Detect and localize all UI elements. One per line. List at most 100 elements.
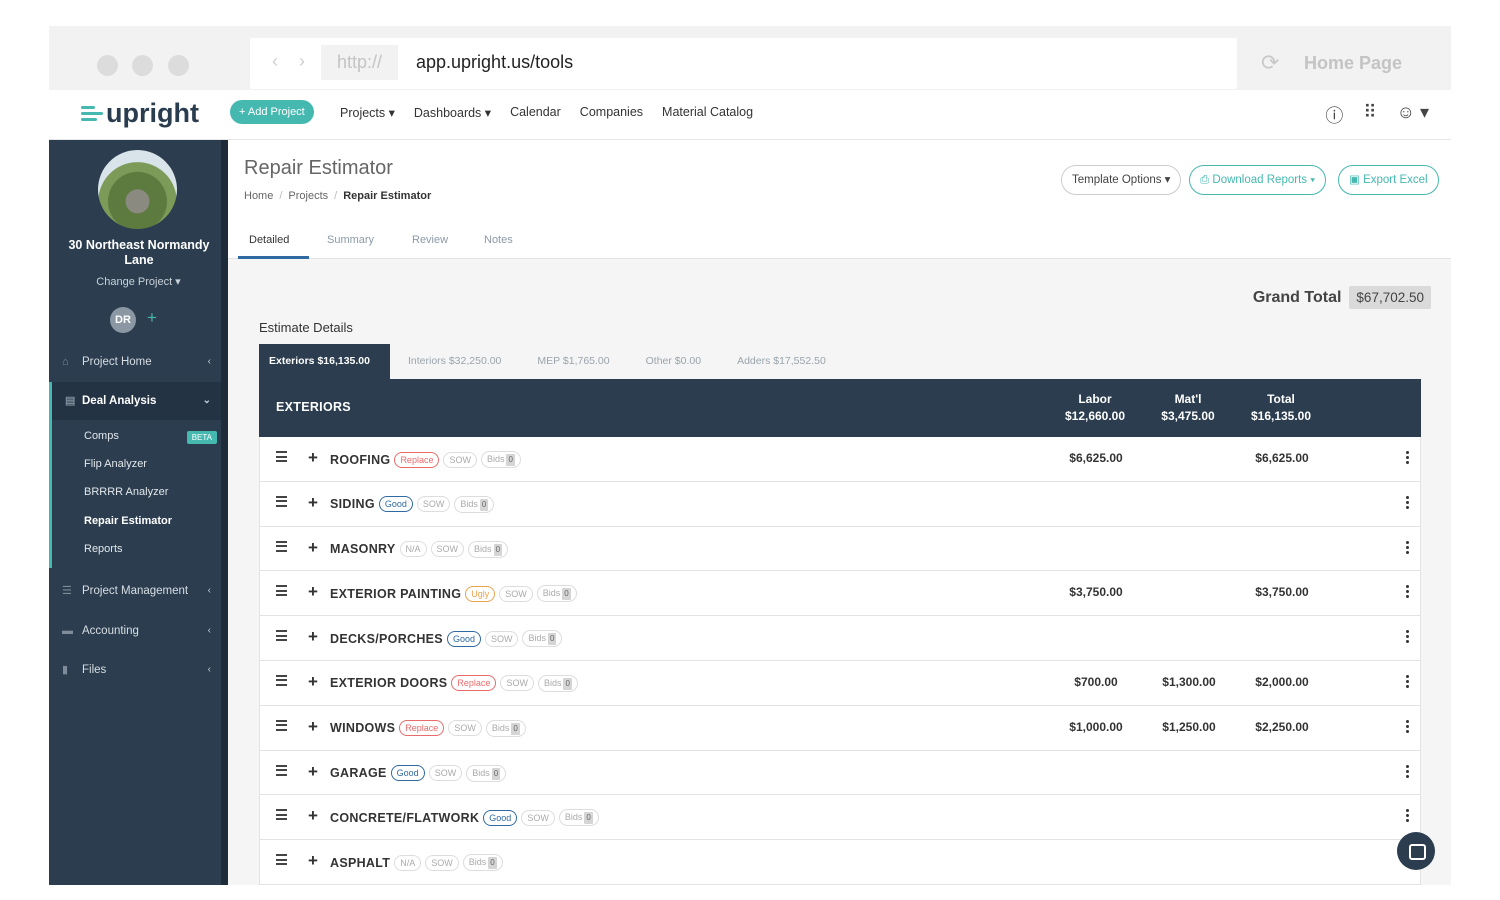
- condition-badge[interactable]: Good: [390, 765, 425, 782]
- sidebar-sub-reports[interactable]: Reports: [52, 535, 224, 563]
- condition-badge[interactable]: Good: [483, 809, 518, 826]
- tab-summary[interactable]: Summary: [327, 234, 374, 246]
- bids-badge[interactable]: Bids 0: [462, 854, 503, 872]
- tab-other[interactable]: Other $0.00: [628, 344, 719, 379]
- bids-badge[interactable]: Bids 0: [536, 585, 577, 603]
- drag-handle-icon[interactable]: [276, 764, 287, 779]
- drag-handle-icon[interactable]: [276, 809, 287, 823]
- bids-badge[interactable]: Bids 0: [468, 540, 509, 558]
- condition-badge[interactable]: N/A: [394, 854, 422, 871]
- tab-review[interactable]: Review: [412, 234, 448, 246]
- bids-badge[interactable]: Bids 0: [537, 674, 578, 692]
- reload-icon[interactable]: ⟳: [1261, 50, 1279, 76]
- bids-badge[interactable]: Bids 0: [454, 495, 495, 513]
- sidebar-item-project-management[interactable]: ☰ Project Management ‹: [49, 572, 221, 610]
- nav-companies[interactable]: Companies: [580, 105, 643, 120]
- chat-icon[interactable]: [1397, 832, 1435, 870]
- sidebar-item-deal-analysis[interactable]: ▤ Deal Analysis ⌄: [49, 382, 221, 420]
- row-menu-icon[interactable]: [1406, 540, 1409, 556]
- row-menu-icon[interactable]: [1406, 451, 1409, 466]
- table-row[interactable]: + EXTERIOR DOORS Replace SOW Bids 0 $700.00 $1,…: [259, 660, 1421, 706]
- apps-grid-icon[interactable]: ⠿: [1363, 102, 1376, 128]
- drag-handle-icon[interactable]: [276, 495, 287, 510]
- sow-badge[interactable]: SOW: [500, 675, 534, 692]
- change-project-dropdown[interactable]: Change Project ▾: [49, 275, 228, 288]
- table-row[interactable]: + SIDING Good SOW Bids 0: [259, 481, 1421, 527]
- sow-badge[interactable]: SOW: [425, 854, 459, 871]
- drag-handle-icon[interactable]: [276, 451, 287, 465]
- expand-icon[interactable]: +: [308, 762, 318, 782]
- bids-badge[interactable]: Bids 0: [480, 451, 521, 468]
- upright-logo[interactable]: upright: [81, 98, 199, 129]
- window-dot-maximize[interactable]: [168, 55, 189, 76]
- tab-notes[interactable]: Notes: [484, 234, 513, 246]
- bids-badge[interactable]: Bids 0: [485, 719, 526, 737]
- table-row[interactable]: + ROOFING Replace SOW Bids 0 $6,625.00 $6,625.0…: [259, 437, 1421, 482]
- bids-badge[interactable]: Bids 0: [466, 764, 507, 782]
- tab-mep[interactable]: MEP $1,765.00: [519, 344, 627, 379]
- drag-handle-icon[interactable]: [276, 674, 287, 689]
- drag-handle-icon[interactable]: [276, 719, 287, 734]
- row-menu-icon[interactable]: [1406, 630, 1409, 645]
- expand-icon[interactable]: +: [308, 493, 318, 513]
- nav-dashboards[interactable]: Dashboards ▾: [414, 105, 491, 120]
- help-icon[interactable]: ⓘ: [1325, 102, 1343, 128]
- breadcrumb-projects[interactable]: Projects: [288, 190, 328, 202]
- sow-badge[interactable]: SOW: [448, 720, 482, 737]
- table-row[interactable]: + MASONRY N/A SOW Bids 0: [259, 526, 1421, 572]
- nav-calendar[interactable]: Calendar: [510, 105, 561, 120]
- tab-exteriors[interactable]: Exteriors $16,135.00: [259, 344, 390, 379]
- tab-adders[interactable]: Adders $17,552.50: [719, 344, 844, 379]
- back-forward-icon[interactable]: ‹ ›: [272, 51, 313, 72]
- sidebar-sub-flip-analyzer[interactable]: Flip Analyzer: [52, 450, 224, 478]
- user-avatar[interactable]: DR: [110, 307, 136, 333]
- table-row[interactable]: + DECKS/PORCHES Good SOW Bids 0: [259, 616, 1421, 661]
- export-excel-button[interactable]: ▣ Export Excel: [1338, 165, 1439, 195]
- row-menu-icon[interactable]: [1406, 495, 1409, 511]
- download-reports-button[interactable]: ⎙ Download Reports ▾: [1189, 165, 1327, 195]
- sow-badge[interactable]: SOW: [499, 585, 533, 602]
- table-row[interactable]: + EXTERIOR PAINTING Ugly SOW Bids 0 $3,750.00 $…: [259, 571, 1421, 617]
- condition-badge[interactable]: Replace: [399, 720, 445, 737]
- expand-icon[interactable]: +: [308, 538, 318, 558]
- expand-icon[interactable]: +: [308, 582, 318, 602]
- nav-material-catalog[interactable]: Material Catalog: [662, 105, 753, 120]
- expand-icon[interactable]: +: [308, 672, 318, 692]
- row-menu-icon[interactable]: [1406, 764, 1409, 780]
- window-dot-minimize[interactable]: [132, 55, 153, 76]
- drag-handle-icon[interactable]: [276, 854, 287, 868]
- expand-icon[interactable]: +: [308, 627, 318, 647]
- sidebar-item-project-home[interactable]: ⌂ Project Home ‹: [49, 343, 221, 381]
- expand-icon[interactable]: +: [308, 448, 318, 468]
- url-text[interactable]: app.upright.us/tools: [416, 52, 573, 73]
- tab-detailed[interactable]: Detailed: [249, 234, 289, 246]
- table-row[interactable]: + CONCRETE/FLATWORK Good SOW Bids 0: [259, 795, 1421, 841]
- sow-badge[interactable]: SOW: [443, 451, 477, 468]
- row-menu-icon[interactable]: [1406, 585, 1409, 600]
- condition-badge[interactable]: Good: [378, 496, 413, 513]
- condition-badge[interactable]: Replace: [394, 451, 440, 468]
- bids-badge[interactable]: Bids 0: [558, 809, 599, 827]
- sidebar-item-files[interactable]: ▮ Files ‹: [49, 651, 221, 689]
- nav-projects[interactable]: Projects ▾: [340, 105, 395, 120]
- add-member-icon[interactable]: +: [147, 308, 157, 328]
- tab-interiors[interactable]: Interiors $32,250.00: [390, 344, 519, 379]
- drag-handle-icon[interactable]: [276, 630, 287, 644]
- row-menu-icon[interactable]: [1406, 719, 1409, 735]
- bids-badge[interactable]: Bids 0: [522, 630, 563, 648]
- sow-badge[interactable]: SOW: [416, 496, 451, 513]
- condition-badge[interactable]: Good: [446, 630, 481, 647]
- expand-icon[interactable]: +: [308, 717, 318, 737]
- user-account-icon[interactable]: ☺ ▾: [1397, 102, 1429, 128]
- sidebar-sub-repair-estimator[interactable]: Repair Estimator: [52, 507, 224, 535]
- condition-badge[interactable]: N/A: [399, 541, 427, 558]
- home-page-button[interactable]: Home Page: [1304, 53, 1402, 74]
- sidebar-sub-brrrr-analyzer[interactable]: BRRRR Analyzer: [52, 478, 224, 506]
- table-row[interactable]: + ASPHALT N/A SOW Bids 0: [259, 840, 1421, 885]
- template-options-button[interactable]: Template Options ▾: [1061, 165, 1182, 195]
- sow-badge[interactable]: SOW: [430, 541, 465, 558]
- address-bar[interactable]: ‹ › http:// app.upright.us/tools: [250, 38, 1237, 89]
- row-menu-icon[interactable]: [1406, 809, 1409, 824]
- add-project-button[interactable]: + Add Project: [230, 100, 314, 124]
- row-menu-icon[interactable]: [1406, 674, 1409, 690]
